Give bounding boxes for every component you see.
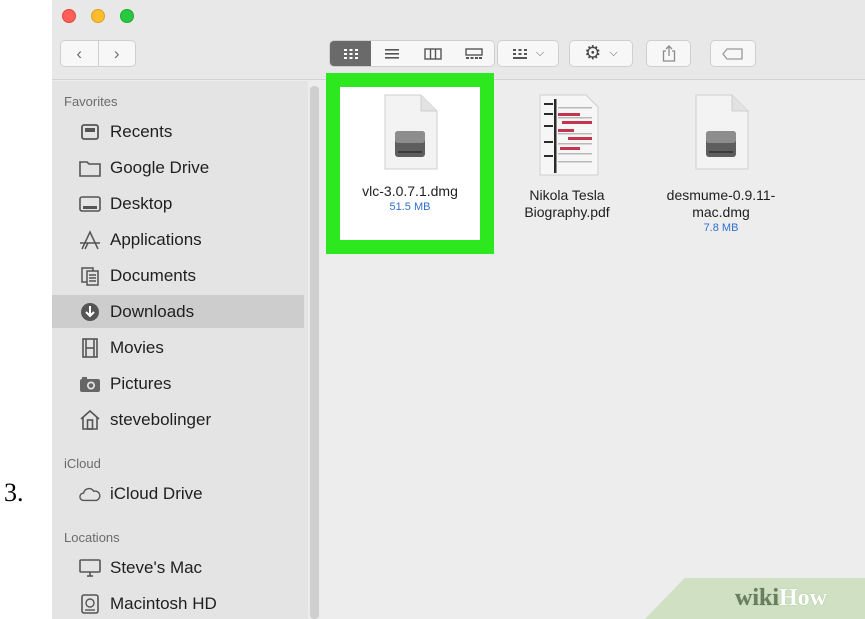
download-icon	[79, 301, 101, 323]
finder-window: ‹ › ⌵ ⚙ ⌵ Favorites Recents Google Drive…	[52, 0, 865, 619]
icon-view-button[interactable]	[330, 41, 371, 66]
sidebar-item-label: iCloud Drive	[110, 483, 203, 503]
tag-button[interactable]	[710, 40, 756, 67]
gallery-view-button[interactable]	[453, 41, 494, 66]
sidebar-item-pictures[interactable]: Pictures	[52, 367, 304, 400]
chevron-down-icon: ⌵	[609, 47, 618, 59]
desktop-icon	[79, 193, 101, 215]
disk-image-icon	[695, 94, 749, 170]
chevron-down-icon: ⌵	[535, 47, 545, 59]
sidebar-item-documents[interactable]: Documents	[52, 259, 304, 292]
file-name-line-2: Biography.pdf	[524, 204, 610, 220]
sidebar-item-movies[interactable]: Movies	[52, 331, 304, 364]
sidebar-item-label: Movies	[110, 337, 164, 357]
file-item-desmume[interactable]: desmume-0.9.11- mac.dmg 7.8 MB	[646, 93, 796, 236]
grid-arrange-icon	[512, 48, 527, 59]
icon-view-icon	[343, 48, 358, 59]
gear-icon: ⚙	[584, 43, 602, 64]
locations-section-title: Locations	[64, 530, 120, 545]
sidebar-item-label: Downloads	[110, 301, 195, 321]
file-name-line-1: Nikola Tesla	[529, 187, 605, 203]
sidebar-item-label: Documents	[110, 265, 196, 285]
icloud-section-title: iCloud	[64, 456, 101, 471]
camera-icon	[79, 373, 101, 395]
arrange-button[interactable]: ⌵	[497, 40, 559, 67]
sidebar-item-applications[interactable]: Applications	[52, 223, 304, 256]
file-name: vlc-3.0.7.1.dmg	[362, 183, 458, 199]
cloud-icon	[79, 483, 101, 505]
sidebar-scrollbar[interactable]	[310, 86, 319, 619]
pdf-document-icon	[539, 94, 599, 176]
clock-icon	[79, 121, 101, 143]
sidebar-item-label: Steve's Mac	[110, 557, 203, 577]
sidebar-item-downloads[interactable]: Downloads	[52, 295, 304, 328]
file-name-line-2: mac.dmg	[692, 204, 750, 220]
file-name-line-1: desmume-0.9.11-	[666, 187, 776, 203]
favorites-section-title: Favorites	[64, 94, 118, 109]
list-view-icon	[384, 48, 399, 59]
monitor-icon	[79, 557, 101, 579]
file-size: 51.5 MB	[389, 201, 431, 213]
file-size: 7.8 MB	[703, 222, 739, 234]
sidebar-item-home[interactable]: stevebolinger	[52, 403, 304, 436]
folder-icon	[79, 157, 101, 179]
sidebar-item-label: Google Drive	[110, 157, 210, 177]
view-mode-group	[329, 40, 495, 67]
sidebar: Favorites Recents Google Drive Desktop A…	[52, 81, 308, 619]
sidebar-item-label: stevebolinger	[110, 409, 212, 429]
sidebar-item-label: Pictures	[110, 373, 172, 393]
action-button[interactable]: ⚙ ⌵	[569, 40, 633, 67]
close-window-button[interactable]	[62, 9, 76, 23]
list-view-button[interactable]	[371, 41, 412, 66]
toolbar: ‹ › ⌵ ⚙ ⌵	[52, 0, 865, 80]
wikihow-watermark: wikiHow	[735, 585, 828, 611]
documents-icon	[79, 265, 101, 287]
sidebar-item-macintosh-hd[interactable]: Macintosh HD	[52, 587, 304, 619]
file-item-tesla-pdf[interactable]: Nikola Tesla Biography.pdf	[502, 93, 632, 221]
sidebar-item-icloud-drive[interactable]: iCloud Drive	[52, 477, 304, 510]
sidebar-item-desktop[interactable]: Desktop	[52, 187, 304, 220]
sidebar-item-label: Desktop	[110, 193, 173, 213]
step-number: 3.	[4, 478, 24, 507]
sidebar-item-label: Applications	[110, 229, 202, 249]
disk-image-icon	[384, 94, 438, 170]
back-forward-group: ‹ ›	[60, 40, 136, 67]
applications-icon	[79, 229, 101, 251]
gallery-view-icon	[464, 47, 483, 59]
column-view-button[interactable]	[412, 41, 453, 66]
sidebar-item-label: Recents	[110, 121, 173, 141]
sidebar-item-recents[interactable]: Recents	[52, 115, 304, 148]
share-icon	[662, 45, 675, 62]
column-view-icon	[423, 47, 442, 60]
minimize-window-button[interactable]	[91, 9, 105, 23]
tag-icon	[722, 47, 743, 60]
sidebar-item-label: Macintosh HD	[110, 593, 217, 613]
zoom-window-button[interactable]	[120, 9, 134, 23]
sidebar-item-google-drive[interactable]: Google Drive	[52, 151, 304, 184]
home-icon	[79, 409, 101, 431]
sidebar-item-steves-mac[interactable]: Steve's Mac	[52, 551, 304, 584]
film-icon	[79, 337, 101, 359]
chevron-right-icon[interactable]: ›	[99, 44, 136, 64]
share-button[interactable]	[646, 40, 691, 67]
disk-icon	[79, 593, 101, 615]
chevron-left-icon[interactable]: ‹	[61, 44, 98, 64]
file-item-vlc[interactable]: vlc-3.0.7.1.dmg 51.5 MB	[340, 93, 480, 215]
